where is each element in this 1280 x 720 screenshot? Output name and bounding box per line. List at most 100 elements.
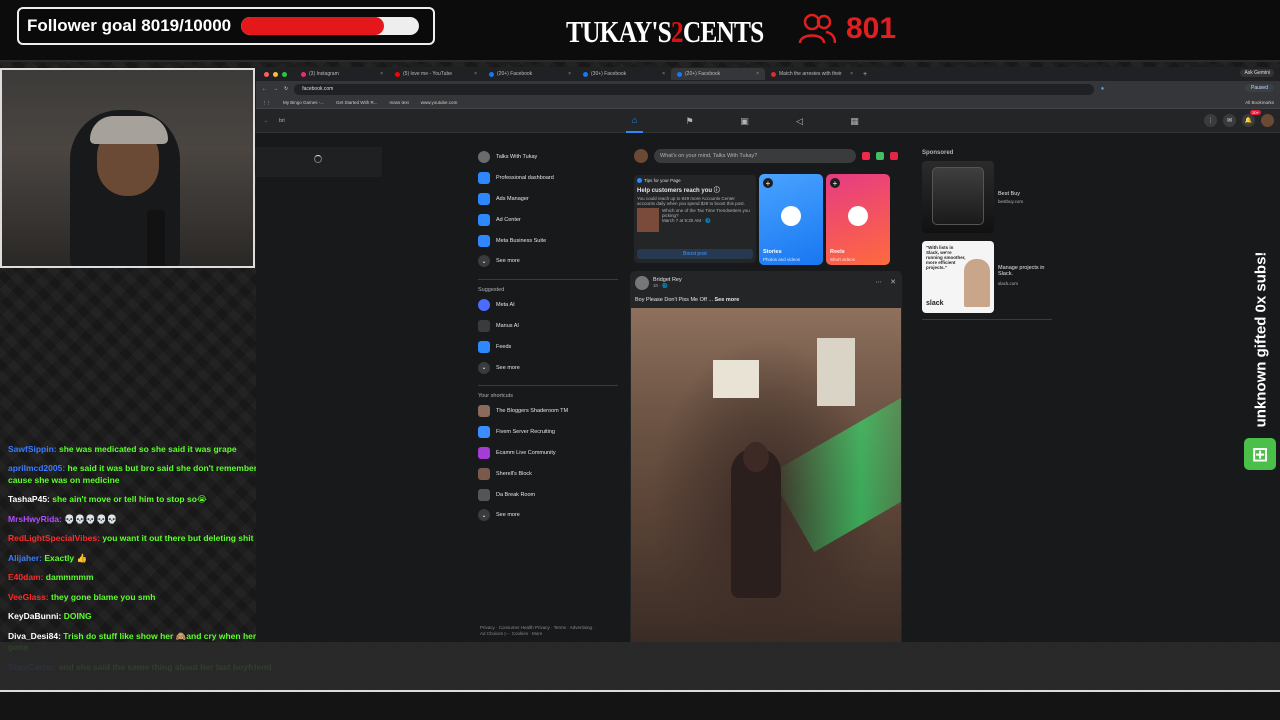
add-reel-icon[interactable]: + — [830, 178, 840, 188]
sidebar-item[interactable]: Fivem Server Recruiting — [478, 422, 618, 443]
chat-text: she was medicated so she said it was gra… — [56, 444, 237, 454]
facebook-search[interactable]: ← bri — [264, 113, 382, 129]
live-video-icon[interactable] — [862, 152, 870, 160]
browser-tab[interactable]: (30+) Facebook × — [577, 68, 671, 80]
browser-window: (3) Instagram × (5) love me - YouTube × (20+… — [256, 67, 1280, 642]
maximize-window-button[interactable] — [282, 71, 287, 77]
home-icon[interactable]: ⌂ — [626, 109, 643, 133]
photo-video-icon[interactable] — [876, 152, 884, 160]
browser-tab[interactable]: (5) love me - YouTube × — [389, 68, 483, 80]
sidebar-item[interactable]: Meta Business Suite — [478, 230, 618, 251]
stories-card[interactable]: + Stories Photos and videos — [759, 174, 823, 265]
tab-label: Match the arrestes with their — [779, 71, 842, 77]
chat-username[interactable]: MrsHwyRida: — [8, 514, 62, 524]
minimize-window-button[interactable] — [273, 71, 278, 77]
calendar-icon[interactable]: ▦ — [846, 109, 863, 133]
footer-links[interactable]: Privacy · Consumer Health Privacy · Term… — [480, 625, 600, 637]
chat-username[interactable]: SawfSippin: — [8, 444, 57, 454]
browser-tab[interactable]: (20+) Facebook × — [483, 68, 577, 80]
tab-close-icon[interactable]: × — [662, 71, 665, 77]
sidebar-item[interactable]: Ecamm Live Community — [478, 443, 618, 464]
loading-spinner-icon — [314, 155, 322, 163]
gift-subs-banner: unknown gifted 0x subs! — [1248, 246, 1274, 432]
chat-username[interactable]: E40dam: — [8, 572, 43, 582]
notifications-icon[interactable]: 🔔 20+ — [1242, 110, 1261, 127]
forward-icon[interactable]: → — [273, 86, 278, 92]
menu-grid-icon[interactable]: ⋮ — [1204, 114, 1217, 127]
sidebar-item[interactable]: Professional dashboard — [478, 168, 618, 189]
ads-megaphone-icon[interactable]: ◁ — [791, 109, 808, 133]
browser-tab[interactable]: (3) Instagram × — [295, 68, 389, 80]
chat-username[interactable]: aprilmcd2005: — [8, 463, 65, 473]
sidebar-item-label: Ad Center — [496, 216, 521, 223]
sidebar-item[interactable]: Manus AI — [478, 316, 618, 337]
reels-label: Reels — [830, 249, 845, 255]
browser-tab[interactable]: (20+) Facebook × — [671, 68, 765, 80]
all-bookmarks-button[interactable]: All Bookmarks — [1245, 100, 1274, 105]
sidebar-item[interactable]: Sherell's Block — [478, 463, 618, 484]
right-divider — [922, 319, 1052, 320]
reload-icon[interactable]: ↻ — [284, 86, 288, 92]
chat-text: Exactly 👍 — [42, 552, 88, 563]
profile-avatar[interactable] — [1261, 114, 1274, 127]
chat-username[interactable]: Diva_Desi84: — [8, 631, 61, 641]
sidebar-item[interactable]: Feeds — [478, 336, 618, 357]
search-input[interactable]: bri — [279, 118, 285, 124]
post-more-icon[interactable]: ⋯ — [875, 278, 882, 286]
ad-bestbuy-name[interactable]: Best Buy — [998, 191, 1056, 197]
add-story-icon[interactable]: + — [763, 178, 773, 188]
sidebar-item[interactable]: Ads Manager — [478, 189, 618, 210]
sidebar-item[interactable]: ⌄ See more — [478, 251, 618, 272]
bookmark-item[interactable]: mass text — [390, 100, 409, 105]
ad-bestbuy-image[interactable] — [922, 161, 994, 233]
boost-post-button[interactable]: Boost post — [637, 249, 753, 259]
chat-username[interactable]: Alijaher: — [8, 553, 42, 563]
back-arrow-icon[interactable]: ← — [264, 118, 269, 124]
ad-slack-name[interactable]: Manage projects in Slack. — [998, 265, 1056, 277]
post-image[interactable] — [631, 308, 901, 642]
ad-slack[interactable]: "With lists in Slack, we're running smoo… — [922, 241, 1052, 313]
webcam-feed — [0, 68, 255, 268]
marketplace-icon[interactable]: ▣ — [736, 109, 753, 133]
ask-gemini-button[interactable]: Ask Gemini — [1240, 69, 1274, 77]
chat-username[interactable]: RedLightSpecialVibes: — [8, 533, 100, 543]
browser-tab[interactable]: Match the arrestes with their × — [765, 68, 859, 80]
bookmark-item[interactable]: Get Started With R... — [336, 100, 378, 105]
sidebar-item[interactable]: ⌄ See more — [478, 505, 618, 526]
chat-username[interactable]: KeyDaBunni: — [8, 611, 61, 621]
reel-icon[interactable] — [890, 152, 898, 160]
reels-card[interactable]: + Reels Short videos — [826, 174, 890, 265]
bookmark-item[interactable]: www.youtube.com — [421, 100, 458, 105]
bookmarks-bar: ⋮⋮ My Bingo Games -... Get Started With R… — [256, 97, 1280, 109]
messenger-icon[interactable]: ✉ — [1223, 114, 1236, 127]
post-close-icon[interactable]: ✕ — [890, 278, 896, 286]
chat-username[interactable]: VeeGlass: — [8, 592, 49, 602]
composer-input[interactable]: What's on your mind, Talks With Tukay? — [654, 149, 856, 163]
tab-close-icon[interactable]: × — [474, 71, 477, 77]
brand-logo: TUKAY'S2CENTS — [566, 14, 764, 49]
sidebar-item[interactable]: Talks With Tukay — [478, 147, 618, 168]
tab-close-icon[interactable]: × — [756, 71, 759, 77]
tab-close-icon[interactable]: × — [380, 71, 383, 77]
pages-flag-icon[interactable]: ⚑ — [681, 109, 698, 133]
sidebar-item[interactable]: Ad Center — [478, 209, 618, 230]
ad-slack-image[interactable]: "With lists in Slack, we're running smoo… — [922, 241, 994, 313]
sidebar-item[interactable]: Da Break Room — [478, 484, 618, 505]
sidebar-item[interactable]: ⌄ See more — [478, 357, 618, 378]
close-window-button[interactable] — [264, 71, 269, 77]
ad-bestbuy[interactable]: Best Buy bestbuy.com — [922, 161, 1052, 233]
profile-paused-button[interactable]: Paused — [1245, 84, 1274, 92]
tab-close-icon[interactable]: × — [568, 71, 571, 77]
tab-close-icon[interactable]: × — [850, 71, 853, 77]
bookmark-item[interactable]: My Bingo Games -... — [283, 100, 324, 105]
see-more-link[interactable]: See more — [715, 297, 740, 303]
sidebar-item[interactable]: The Bloggers Shaderoom TM — [478, 401, 618, 422]
sidebar-item[interactable]: Meta AI — [478, 295, 618, 316]
url-field[interactable]: facebook.com — [294, 83, 1095, 95]
post-author-avatar[interactable] — [635, 276, 649, 290]
star-icon[interactable]: ★ — [1100, 86, 1104, 92]
chat-username[interactable]: TashaP45: — [8, 494, 50, 504]
apps-icon[interactable]: ⋮⋮ — [262, 100, 271, 106]
back-icon[interactable]: ← — [262, 86, 267, 92]
new-tab-button[interactable]: + — [863, 71, 867, 78]
